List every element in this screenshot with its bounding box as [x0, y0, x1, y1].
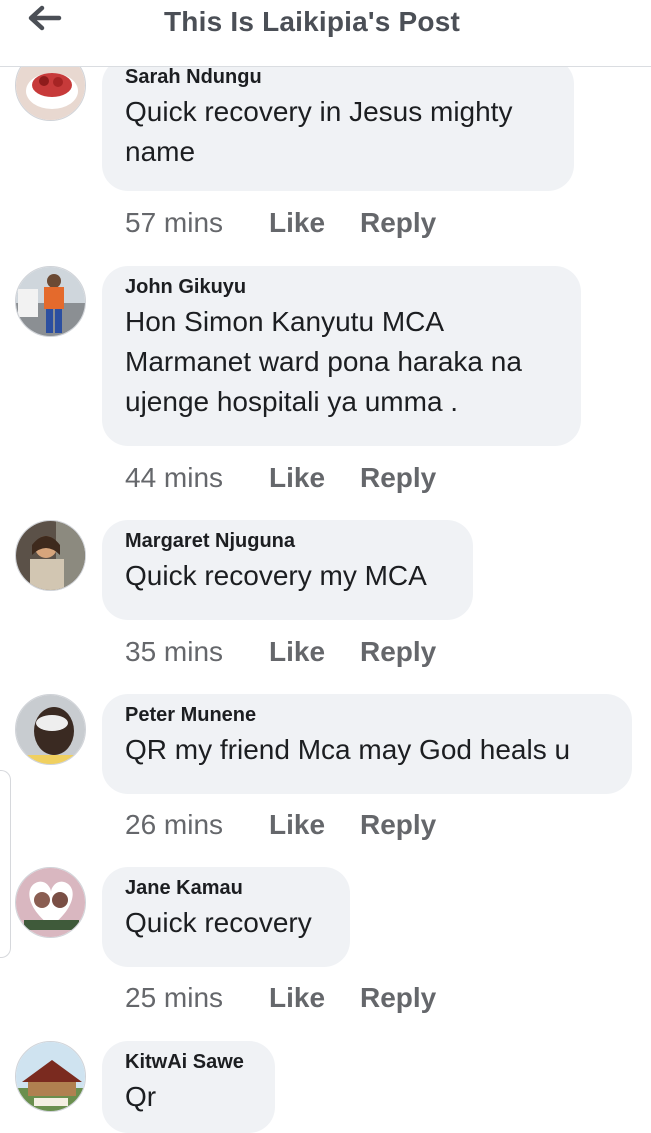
reply-button[interactable]: Reply	[360, 203, 436, 243]
comment-author[interactable]: Peter Munene	[125, 702, 608, 728]
comment-bubble: Sarah Ndungu Quick recovery in Jesus mig…	[102, 58, 574, 191]
comment-author[interactable]: KitwAi Sawe	[125, 1049, 251, 1075]
comment-bubble: Jane Kamau Quick recovery	[102, 867, 350, 967]
side-handle[interactable]	[0, 770, 11, 958]
like-button[interactable]: Like	[269, 632, 325, 672]
like-button[interactable]: Like	[269, 805, 325, 845]
avatar[interactable]	[15, 520, 86, 591]
comment-text: Quick recovery	[125, 907, 312, 938]
avatar[interactable]	[15, 694, 86, 765]
avatar[interactable]	[15, 266, 86, 337]
avatar[interactable]	[15, 867, 86, 938]
top-bar: This Is Laikipia's Post	[0, 0, 651, 67]
comment-text: Quick recovery in Jesus mighty name	[125, 96, 513, 167]
comment-bubble: John Gikuyu Hon Simon Kanyutu MCA Marman…	[102, 266, 581, 446]
comment-bubble: KitwAi Sawe Qr	[102, 1041, 275, 1133]
reply-button[interactable]: Reply	[360, 458, 436, 498]
reply-button[interactable]: Reply	[360, 632, 436, 672]
avatar[interactable]	[15, 1041, 86, 1112]
page-title: This Is Laikipia's Post	[164, 6, 461, 37]
comment-text: Quick recovery my MCA	[125, 560, 427, 591]
like-button[interactable]: Like	[269, 203, 325, 243]
comment-time: 26 mins	[125, 809, 224, 840]
comment-time: 57 mins	[125, 207, 224, 238]
comment-text: QR my friend Mca may God heals u	[125, 734, 571, 765]
like-button[interactable]: Like	[269, 458, 325, 498]
comment-bubble: Margaret Njuguna Quick recovery my MCA	[102, 520, 473, 620]
like-button[interactable]: Like	[269, 978, 325, 1018]
reply-button[interactable]: Reply	[360, 805, 436, 845]
comment-author[interactable]: Sarah Ndungu	[125, 64, 550, 90]
comment-author[interactable]: John Gikuyu	[125, 274, 557, 300]
comment-author[interactable]: Jane Kamau	[125, 875, 326, 901]
comment-bubble: Peter Munene QR my friend Mca may God he…	[102, 694, 632, 794]
comments-list: Sarah Ndungu Quick recovery in Jesus mig…	[0, 0, 651, 1133]
comment-time: 44 mins	[125, 462, 224, 493]
comment-text: Hon Simon Kanyutu MCA Marmanet ward pona…	[125, 306, 522, 417]
comment-time: 35 mins	[125, 636, 224, 667]
comment-text: Qr	[125, 1081, 157, 1112]
comment-author[interactable]: Margaret Njuguna	[125, 528, 449, 554]
comment-time: 25 mins	[125, 982, 224, 1013]
arrow-left-icon[interactable]	[26, 4, 62, 34]
reply-button[interactable]: Reply	[360, 978, 436, 1018]
